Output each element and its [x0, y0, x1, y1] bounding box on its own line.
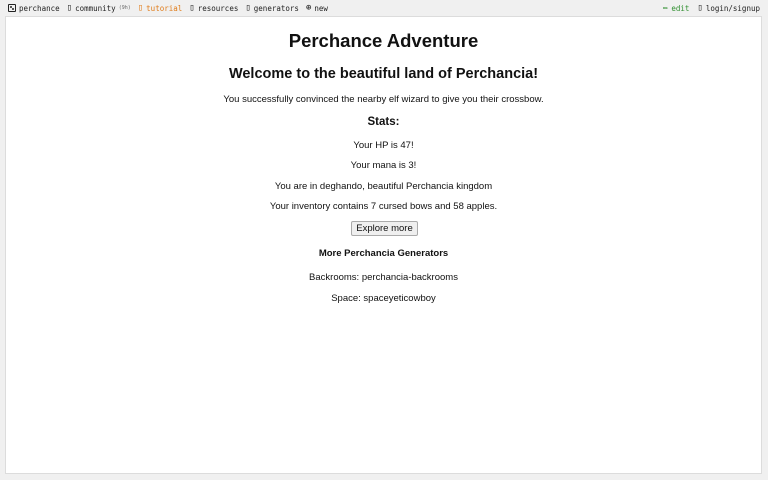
dice-icon: [8, 4, 16, 12]
nav-resources-label: resources: [197, 3, 239, 13]
nav-generators-label: generators: [253, 3, 299, 13]
nav-new[interactable]: ⊕ new: [305, 2, 328, 13]
inventory-text: Your inventory contains 7 cursed bows an…: [269, 201, 498, 212]
location-text: You are in deghando, beautiful Perchanci…: [274, 181, 493, 192]
plus-circle-icon: ⊕: [305, 2, 312, 13]
generator-prefix: Space:: [331, 293, 364, 304]
page-title: Perchance Adventure: [288, 30, 479, 51]
resources-icon: ▯: [189, 2, 195, 13]
login-signup-link[interactable]: ▯ login/signup: [697, 2, 760, 13]
top-navbar: perchance ▯ community (9h) ▯ tutorial ▯ …: [0, 0, 768, 16]
tutorial-icon: ▯: [137, 2, 144, 13]
nav-community[interactable]: ▯ community (9h): [66, 2, 131, 13]
generators-icon: ▯: [245, 2, 251, 13]
welcome-heading: Welcome to the beautiful land of Perchan…: [228, 66, 539, 82]
community-icon: ▯: [66, 2, 73, 13]
main-nav: perchance ▯ community (9h) ▯ tutorial ▯ …: [8, 0, 328, 16]
hp-text: Your HP is 47!: [353, 140, 414, 151]
explore-more-button[interactable]: Explore more: [351, 221, 418, 236]
community-count: (9h): [118, 5, 131, 11]
nav-new-label: new: [314, 3, 328, 13]
nav-generators[interactable]: ▯ generators: [245, 2, 299, 13]
nav-resources[interactable]: ▯ resources: [189, 2, 239, 13]
nav-perchance-label: perchance: [19, 3, 60, 13]
mana-text: Your mana is 3!: [350, 160, 417, 171]
nav-perchance[interactable]: perchance: [8, 4, 60, 13]
login-label: login/signup: [705, 3, 760, 13]
stats-heading: Stats:: [367, 116, 400, 128]
backrooms-link[interactable]: perchancia-backrooms: [362, 272, 458, 283]
nav-tutorial[interactable]: ▯ tutorial: [137, 2, 183, 13]
pencil-icon: ✏: [662, 2, 669, 13]
generator-output-panel: Perchance Adventure Welcome to the beaut…: [5, 16, 762, 474]
generator-item-space: Space: spaceyeticowboy: [6, 293, 761, 304]
login-icon: ▯: [697, 2, 703, 13]
space-link[interactable]: spaceyeticowboy: [363, 293, 435, 304]
generator-prefix: Backrooms:: [309, 272, 362, 283]
edit-button[interactable]: ✏ edit: [662, 2, 690, 13]
event-text: You successfully convinced the nearby el…: [223, 94, 544, 105]
more-generators-heading: More Perchancia Generators: [318, 248, 449, 259]
nav-community-label: community: [75, 3, 116, 13]
generator-item-backrooms: Backrooms: perchancia-backrooms: [6, 272, 761, 283]
edit-label: edit: [671, 3, 690, 13]
nav-tutorial-label: tutorial: [146, 3, 183, 13]
account-nav: ✏ edit ▯ login/signup: [663, 0, 760, 16]
